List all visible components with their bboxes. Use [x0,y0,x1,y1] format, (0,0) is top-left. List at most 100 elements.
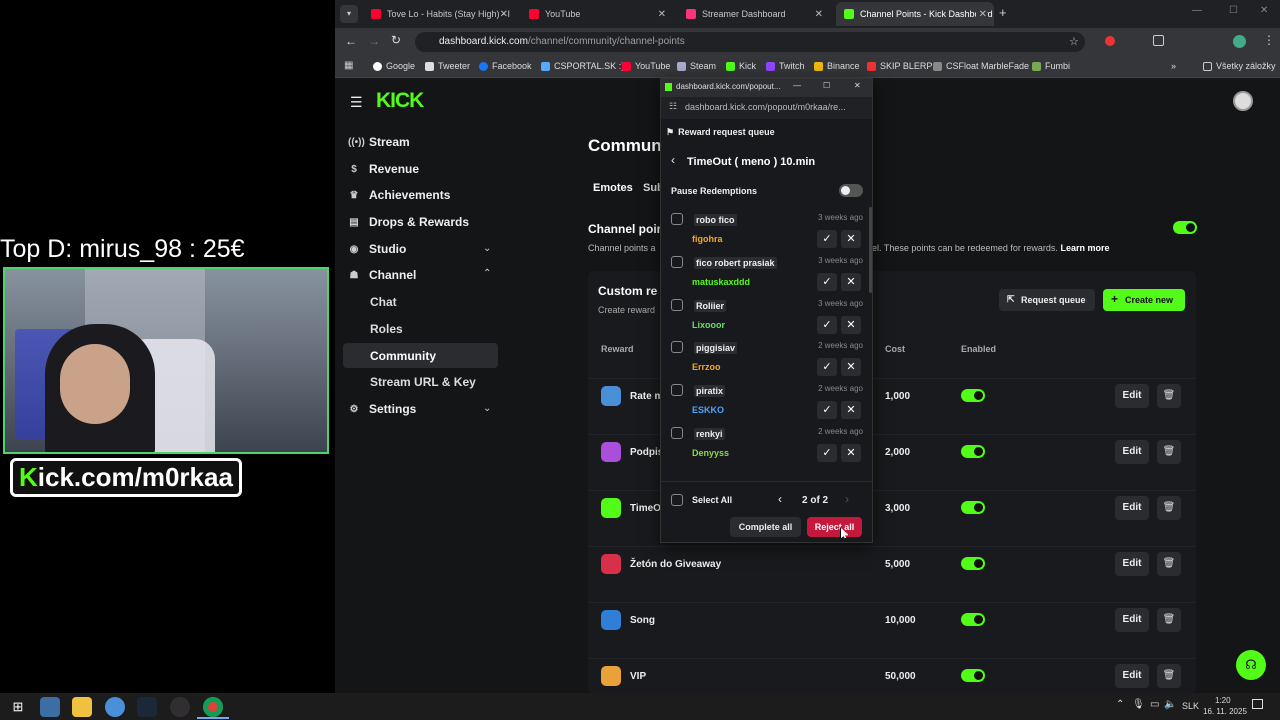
sidebar-item-stream-url[interactable]: Stream URL & Key [370,375,476,389]
trash-icon[interactable]: 🗑 [1157,496,1181,520]
chrome-profile-icon[interactable] [105,697,125,717]
chrome-icon[interactable] [203,697,223,717]
window-close-icon[interactable]: ✕ [1260,5,1268,16]
edit-button[interactable]: Edit [1115,440,1149,464]
reject-all-button[interactable]: Reject all [807,517,862,537]
reject-x-icon[interactable]: ✕ [841,358,861,377]
tab-streamer-dashboard[interactable]: Streamer Dashboard ✕ [678,2,830,26]
bookmark-facebook[interactable]: Facebook [479,61,532,71]
sidebar-item-studio[interactable]: ◉ Studio [348,242,407,256]
request-queue-button[interactable]: ⇱ Request queue [999,289,1095,311]
trash-icon[interactable]: 🗑 [1157,440,1181,464]
bookmark-csportal[interactable]: CSPORTAL.SK :) [541,61,624,71]
learn-more-link[interactable]: Learn more [1060,243,1109,253]
sidebar-item-stream[interactable]: ((•)) Stream [348,135,410,149]
approve-check-icon[interactable]: ✓ [817,358,837,377]
approve-check-icon[interactable]: ✓ [817,315,837,334]
tab-search-button[interactable]: ▾ [340,5,358,23]
volume-icon[interactable]: 🔈 [1164,699,1176,710]
back-icon[interactable]: ← [345,34,357,48]
forward-icon[interactable]: → [368,34,380,48]
request-username[interactable]: Lixooor [692,320,725,330]
bookmark-google[interactable]: Google [373,61,415,71]
close-icon[interactable]: ✕ [658,9,666,20]
reject-x-icon[interactable]: ✕ [841,315,861,334]
reject-x-icon[interactable]: ✕ [841,230,861,248]
reward-enabled-toggle[interactable] [961,501,985,514]
approve-check-icon[interactable]: ✓ [817,230,837,248]
close-icon[interactable]: ✕ [975,8,987,20]
tab-habits[interactable]: Tove Lo - Habits (Stay High) - I ✕ [363,2,515,26]
request-checkbox[interactable] [671,213,683,225]
sidebar-item-roles[interactable]: Roles [370,322,403,336]
support-chat-button[interactable]: ☊ [1236,650,1266,680]
trash-icon[interactable]: 🗑 [1157,664,1181,688]
request-username[interactable]: Errzoo [692,362,721,372]
bookmark-fumbi[interactable]: Fumbi [1032,61,1070,71]
back-chevron-icon[interactable]: ‹ [671,153,675,167]
clock-date[interactable]: 16. 11. 2025 [1203,707,1247,716]
approve-check-icon[interactable]: ✓ [817,401,837,420]
request-username[interactable]: Denyyss [692,448,729,458]
sidebar-item-drops[interactable]: ▤ Drops & Rewards [348,215,469,229]
edit-button[interactable]: Edit [1115,664,1149,688]
bookmark-star-icon[interactable]: ☆ [1069,35,1079,48]
microphone-icon[interactable]: 🎙 [1132,699,1145,710]
extension-icon[interactable] [1153,35,1164,46]
tab-channel-points[interactable]: Channel Points - Kick Dashboard ✕ [836,2,994,26]
channel-points-toggle[interactable] [1173,221,1197,234]
chevron-down-icon[interactable]: ⌄ [483,403,491,414]
language-indicator[interactable]: SLK [1182,701,1199,711]
request-checkbox[interactable] [671,384,683,397]
approve-check-icon[interactable]: ✓ [817,444,837,462]
scrollbar[interactable] [869,207,872,293]
prev-page-icon[interactable]: ‹ [778,492,782,506]
minimize-icon[interactable]: — [1192,5,1202,16]
chevron-down-icon[interactable]: ⌄ [483,243,491,254]
edit-button[interactable]: Edit [1115,552,1149,576]
request-username[interactable]: figohra [692,234,723,244]
reject-x-icon[interactable]: ✕ [841,444,861,462]
maximize-icon[interactable]: ☐ [823,81,830,90]
sidebar-item-settings[interactable]: ⚙ Settings [348,402,417,416]
trash-icon[interactable]: 🗑 [1157,608,1181,632]
create-new-button[interactable]: + Create new [1103,289,1185,311]
profile-icon[interactable] [1233,35,1246,48]
reload-icon[interactable]: ↻ [391,33,401,47]
edit-button[interactable]: Edit [1115,496,1149,520]
task-view-icon[interactable] [40,697,60,717]
windows-start-icon[interactable]: ⊞ [8,697,28,717]
menu-icon[interactable]: ⋮ [1263,33,1275,47]
edit-button[interactable]: Edit [1115,384,1149,408]
hamburger-menu-icon[interactable]: ☰ [350,94,363,111]
trash-icon[interactable]: 🗑 [1157,384,1181,408]
bookmark-kick[interactable]: Kick [726,61,756,71]
reward-enabled-toggle[interactable] [961,445,985,458]
bookmark-binance[interactable]: Binance [814,61,860,71]
bookmark-skip-blerp[interactable]: SKIP BLERP [867,61,932,71]
new-tab-button[interactable]: + [999,5,1007,20]
approve-check-icon[interactable]: ✓ [817,272,837,291]
clock-time[interactable]: 1:20 [1215,696,1231,705]
request-username[interactable]: ESKKO [692,405,724,415]
reward-enabled-toggle[interactable] [961,557,985,570]
avatar[interactable] [1233,91,1253,111]
site-info-icon[interactable]: ☷ [669,101,677,112]
url-field[interactable]: dashboard.kick.com/channel/community/cha… [415,32,1085,52]
complete-all-button[interactable]: Complete all [730,517,801,537]
sidebar-item-revenue[interactable]: $ Revenue [348,162,419,176]
close-icon[interactable]: ✕ [854,81,861,90]
more-bookmarks-icon[interactable]: » [1171,61,1176,71]
bookmark-youtube[interactable]: YouTube [622,61,670,71]
all-bookmarks-folder[interactable]: Všetky záložky [1203,61,1276,71]
request-checkbox[interactable] [671,341,683,354]
trash-icon[interactable]: 🗑 [1157,552,1181,576]
edit-button[interactable]: Edit [1115,608,1149,632]
reject-x-icon[interactable]: ✕ [841,401,861,420]
maximize-icon[interactable]: ☐ [1229,5,1238,16]
reward-enabled-toggle[interactable] [961,669,985,682]
bookmark-csfloat[interactable]: CSFloat MarbleFade [933,61,1029,71]
request-checkbox[interactable] [671,298,683,311]
kick-logo[interactable]: KICK [376,89,424,113]
apps-icon[interactable]: ▦ [344,60,353,71]
